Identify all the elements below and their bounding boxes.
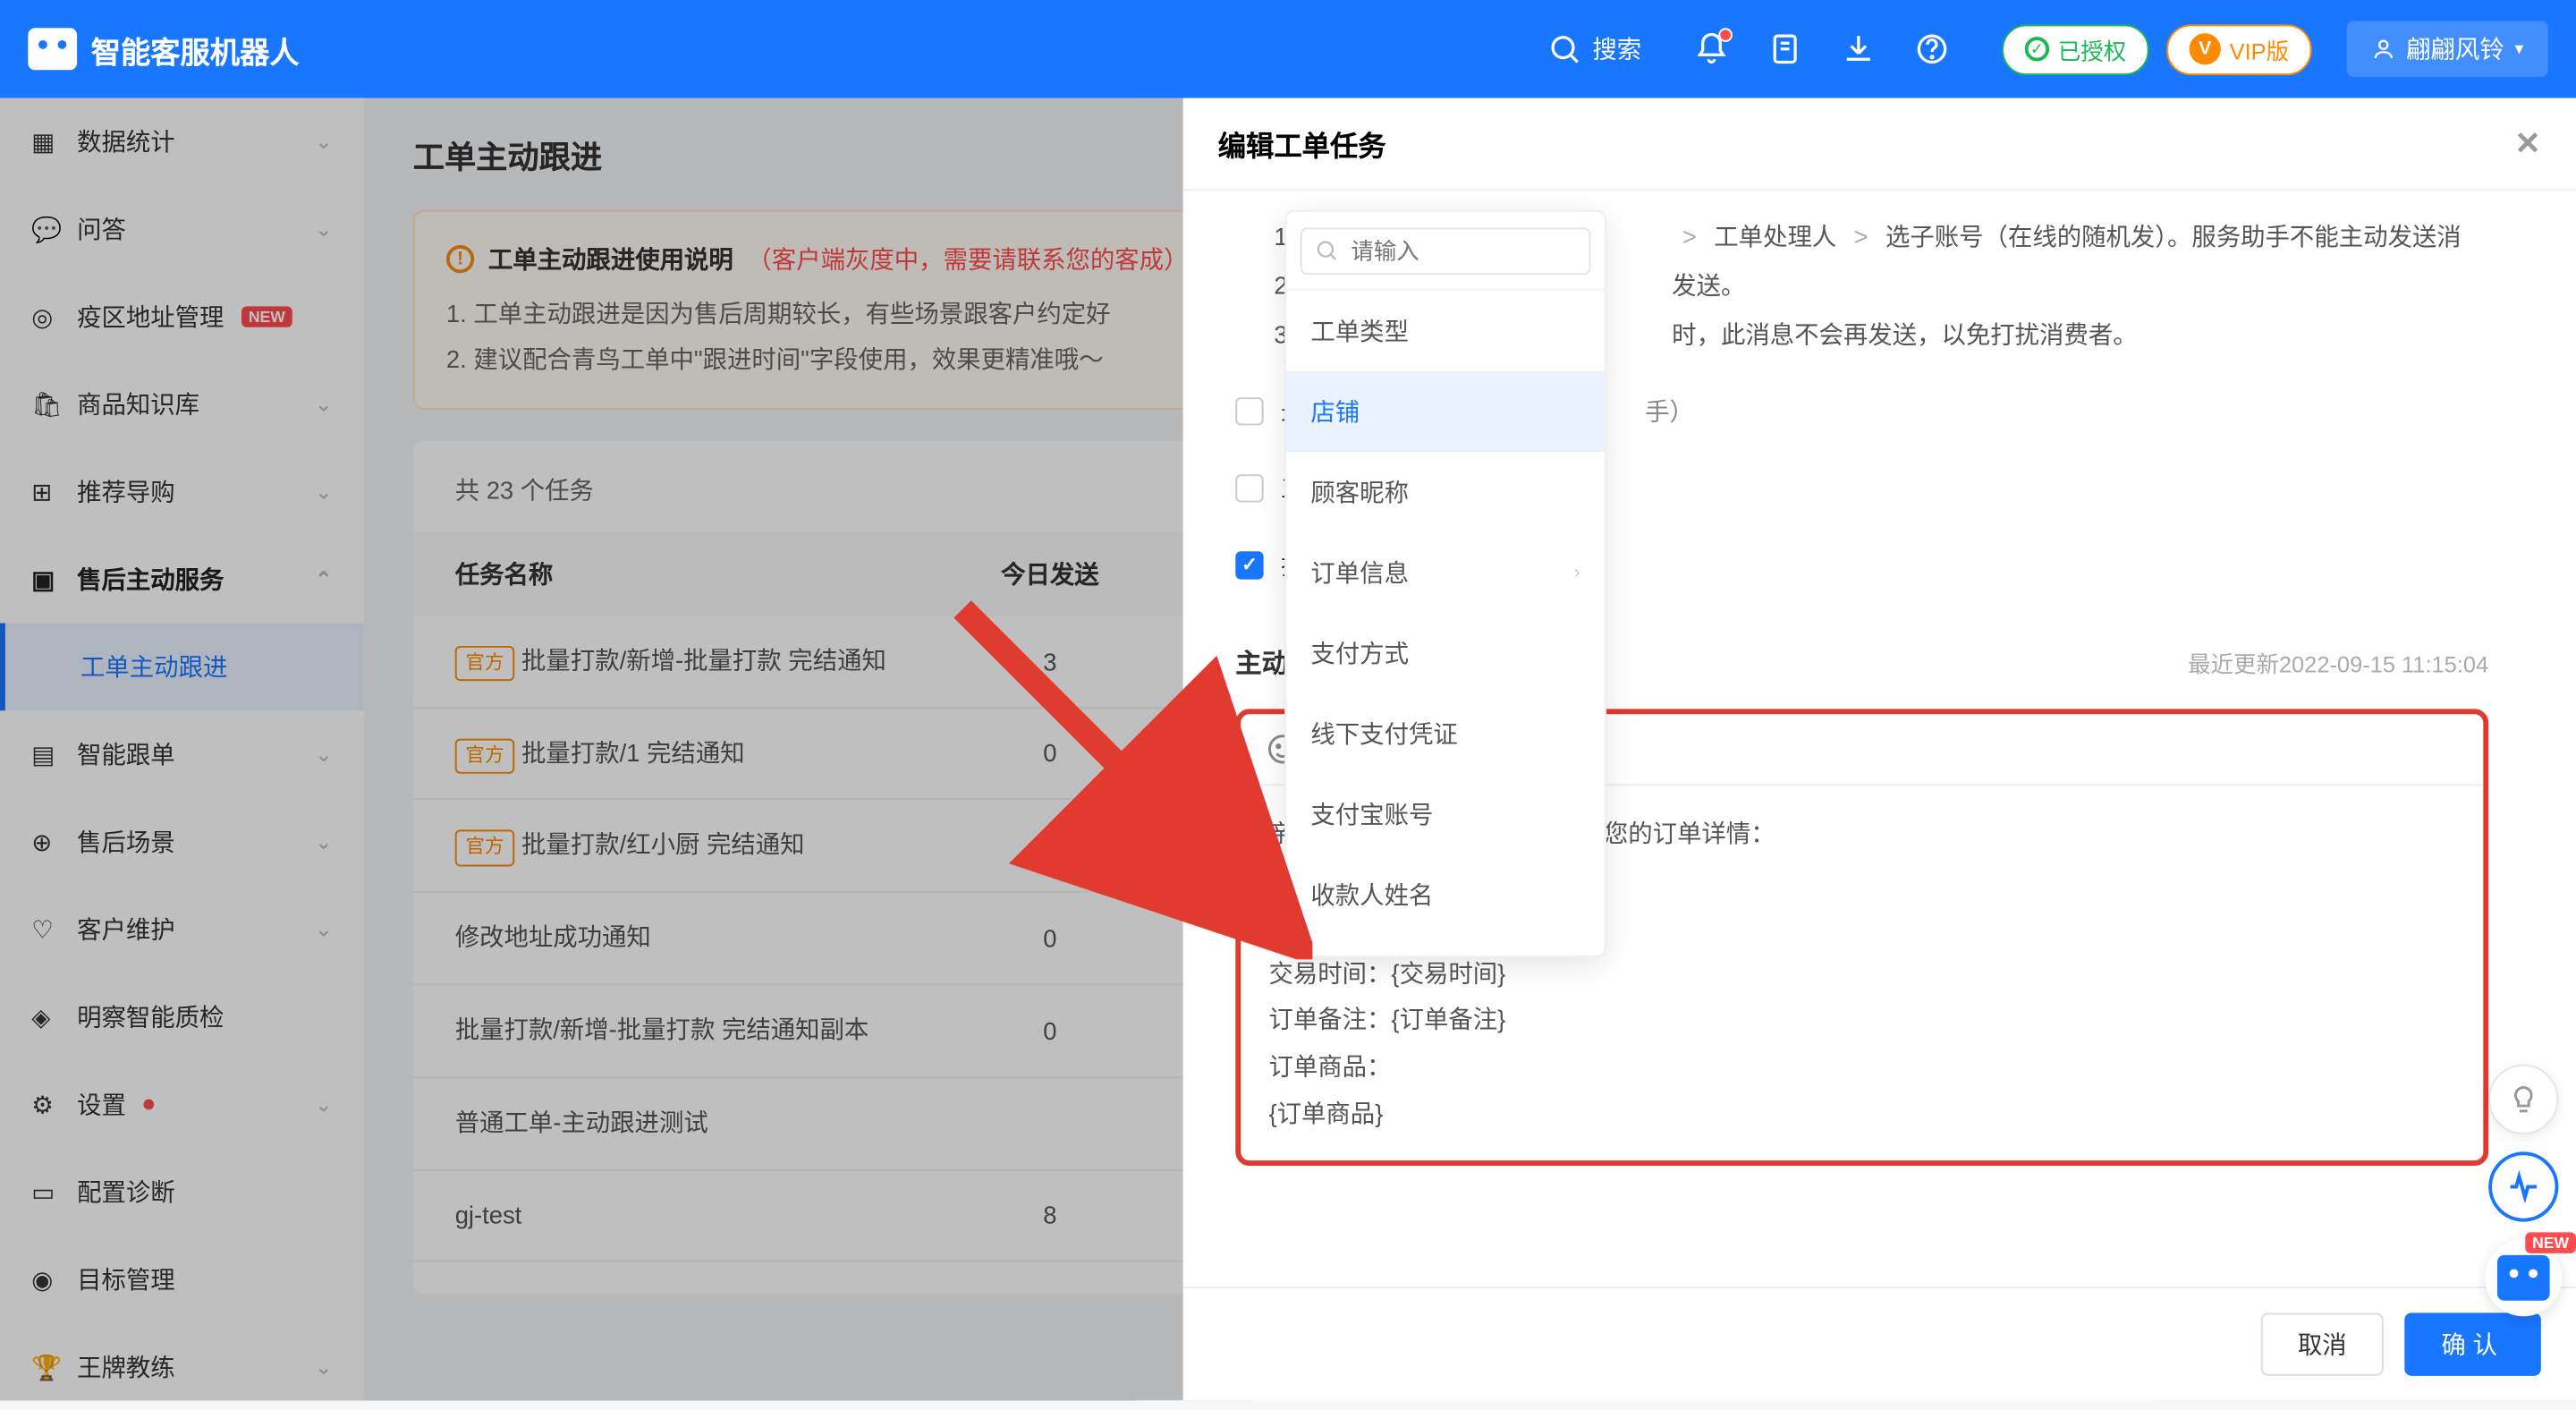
download-icon[interactable] (1841, 31, 1876, 66)
confirm-button[interactable]: 确认 (2404, 1312, 2541, 1375)
checkbox-icon (1235, 397, 1263, 425)
edit-ticket-drawer: 编辑工单任务 ✕ 1. 发 > 工单处理人 > 选子账号（在线的随机发）。服务助… (1183, 98, 2576, 1401)
dropdown-option[interactable]: 线下支付凭证 (1286, 693, 1605, 774)
dropdown-option[interactable]: 工单类型 (1286, 291, 1605, 371)
search-icon (1547, 31, 1582, 66)
search-icon (1314, 238, 1338, 262)
activity-button[interactable] (2488, 1151, 2558, 1221)
dropdown-option[interactable]: 顾客昵称 (1286, 452, 1605, 532)
app-name: 智能客服机器人 (91, 27, 300, 71)
drawer-title: 编辑工单任务 (1218, 123, 1386, 165)
close-icon[interactable]: ✕ (2514, 125, 2541, 162)
dropdown-option[interactable]: 打款金额 (1286, 935, 1605, 956)
checkbox-icon (1235, 474, 1263, 502)
vip-v-icon: V (2190, 33, 2221, 64)
dropdown-option[interactable]: 支付方式 (1286, 613, 1605, 693)
user-icon (2371, 37, 2395, 61)
user-menu[interactable]: 翩翩风铃 ▾ (2347, 21, 2548, 77)
notebook-icon[interactable] (1767, 31, 1802, 66)
bell-icon[interactable] (1694, 31, 1729, 66)
robot-icon (28, 28, 77, 70)
bulb-icon (2508, 1083, 2539, 1115)
assistant-button[interactable]: NEW (2485, 1239, 2562, 1316)
chevron-down-icon: ▾ (2514, 39, 2523, 59)
cancel-button[interactable]: 取消 (2261, 1312, 2384, 1375)
dropdown-option[interactable]: 支付宝账号 (1286, 774, 1605, 854)
new-badge: NEW (2525, 1232, 2576, 1253)
variable-dropdown: 工单类型店铺顾客昵称订单信息›支付方式线下支付凭证支付宝账号收款人姓名打款金额登… (1284, 210, 1606, 957)
last-updated: 最近更新2022-09-15 11:15:04 (2188, 642, 2488, 688)
checkbox-checked-icon (1235, 551, 1263, 579)
chevron-right-icon: › (1574, 553, 1580, 591)
dropdown-search-input[interactable] (1301, 227, 1591, 275)
vip-badge[interactable]: V VIP版 (2166, 23, 2311, 74)
app-logo[interactable]: 智能客服机器人 (28, 27, 299, 71)
robot-icon (2497, 1255, 2550, 1301)
search-label: 搜索 (1592, 31, 1641, 66)
dropdown-option[interactable]: 店铺 (1286, 371, 1605, 452)
help-icon[interactable] (1914, 31, 1949, 66)
dropdown-option[interactable]: 订单信息› (1286, 532, 1605, 613)
dropdown-option[interactable]: 收款人姓名 (1286, 854, 1605, 935)
breadcrumb: > 工单处理人 > 选子账号（在线的随机发）。服务助手不能主动发送消 (1672, 222, 2461, 250)
check-icon: ✓ (2025, 37, 2049, 61)
authorized-badge[interactable]: ✓ 已授权 (2002, 23, 2148, 74)
header-search[interactable]: 搜索 (1547, 31, 1642, 66)
pulse-icon (2506, 1169, 2541, 1204)
tips-button[interactable] (2488, 1065, 2558, 1134)
